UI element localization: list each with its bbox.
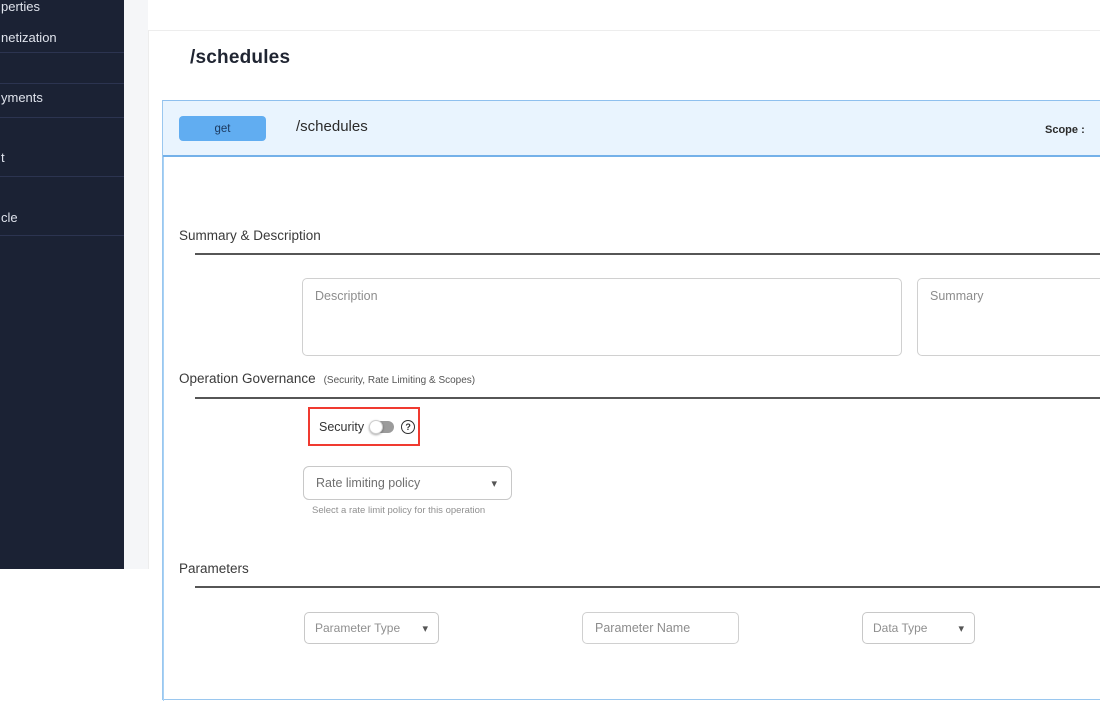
rate-limit-policy-value: Rate limiting policy: [316, 476, 420, 490]
parameter-type-value: Parameter Type: [315, 621, 400, 635]
operation-panel: get /schedules Scope : Summary & Descrip…: [162, 100, 1100, 700]
description-textarea[interactable]: [302, 278, 902, 356]
scope-label: Scope :: [1045, 124, 1085, 136]
sidebar-divider: [0, 117, 124, 118]
data-type-select[interactable]: Data Type ▾: [862, 612, 975, 644]
sidebar-item-payments[interactable]: yments: [1, 91, 43, 105]
sidebar-item-monetization[interactable]: netization: [1, 31, 57, 45]
chevron-down-icon: ▾: [958, 622, 964, 635]
summary-section-rule: [195, 253, 1100, 255]
security-toggle-knob: [369, 420, 383, 434]
rate-limit-policy-select[interactable]: Rate limiting policy ▾: [303, 466, 512, 500]
sidebar-divider: [0, 235, 124, 236]
sidebar-divider: [0, 176, 124, 177]
sidebar-divider: [0, 83, 124, 84]
operation-body: Summary & Description Operation Governan…: [163, 157, 1100, 701]
parameter-type-select[interactable]: Parameter Type ▾: [304, 612, 439, 644]
summary-section-title-text: Summary & Description: [179, 228, 321, 243]
rate-limit-hint: Select a rate limit policy for this oper…: [312, 505, 485, 516]
http-method-badge[interactable]: get: [179, 116, 266, 141]
sidebar: perties netization yments t cle: [0, 0, 124, 569]
parameter-name-input[interactable]: [582, 612, 739, 644]
security-help-icon[interactable]: ?: [401, 420, 415, 434]
sidebar-gutter: [124, 0, 148, 569]
data-type-value: Data Type: [873, 621, 927, 635]
page-title: /schedules: [190, 47, 290, 69]
sidebar-divider: [0, 52, 124, 53]
chevron-down-icon: ▾: [422, 622, 428, 635]
summary-textarea[interactable]: [917, 278, 1100, 356]
governance-section-title: Operation Governance (Security, Rate Limi…: [179, 371, 475, 386]
governance-section-title-text: Operation Governance: [179, 371, 316, 386]
security-highlight-box: Security ?: [308, 407, 420, 446]
governance-section-subtitle: (Security, Rate Limiting & Scopes): [324, 375, 476, 386]
sidebar-item-cle[interactable]: cle: [1, 211, 18, 225]
chevron-down-icon: ▾: [491, 477, 497, 490]
operation-header[interactable]: get /schedules Scope :: [163, 101, 1100, 157]
security-toggle[interactable]: [371, 421, 394, 433]
sidebar-item-t[interactable]: t: [1, 151, 5, 165]
parameters-section-rule: [195, 586, 1100, 588]
sidebar-item-properties[interactable]: perties: [1, 0, 40, 14]
security-label: Security: [319, 420, 364, 434]
operation-path: /schedules: [296, 118, 368, 135]
summary-section-title: Summary & Description: [179, 228, 321, 243]
governance-section-rule: [195, 397, 1100, 399]
